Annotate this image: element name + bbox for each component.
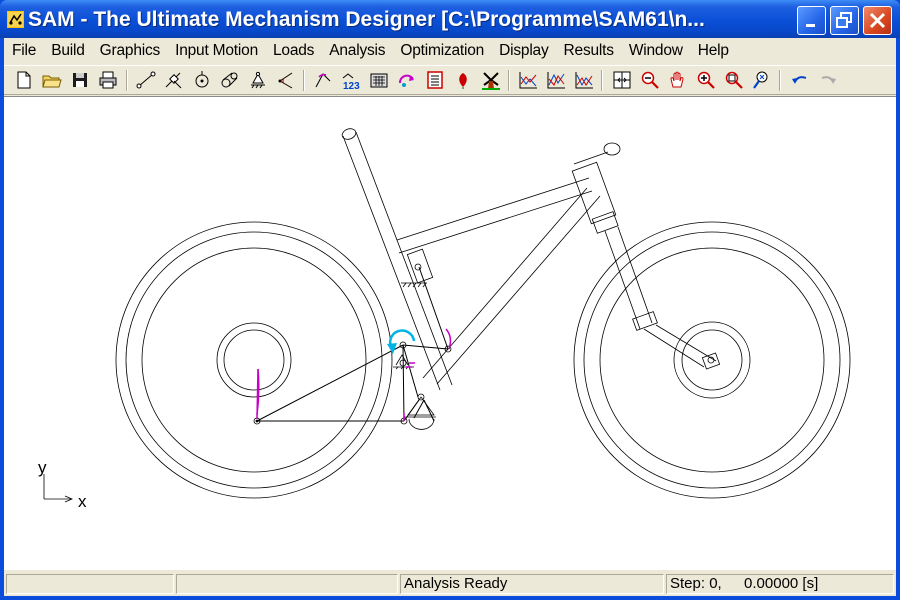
window-title: SAM - The Ultimate Mechanism Designer [C… [28,8,705,31]
client-area: File Build Graphics Input Motion Loads A… [4,38,896,596]
minimize-icon [806,24,815,27]
menu-graphics[interactable]: Graphics [92,38,167,64]
menu-input-motion[interactable]: Input Motion [167,38,265,64]
linkage [256,266,449,422]
gear-element-icon[interactable] [190,69,214,91]
title-bar[interactable]: SAM - The Ultimate Mechanism Designer [C… [0,0,900,38]
menu-build[interactable]: Build [43,38,91,64]
step-label: Step: 0, [670,575,722,592]
sam-app-icon[interactable] [7,11,24,28]
graph-2-icon[interactable] [544,69,568,91]
menu-loads[interactable]: Loads [265,38,321,64]
pan-icon[interactable] [666,69,690,91]
windmill-icon[interactable] [479,69,503,91]
graph-3-icon[interactable] [572,69,596,91]
head-tube-fork [571,142,721,370]
calculator-icon[interactable] [367,69,391,91]
zoom-in-icon[interactable] [694,69,718,91]
analysis-icon[interactable] [423,69,447,91]
maximize-button[interactable] [830,6,859,35]
optimization-icon[interactable] [451,69,475,91]
restore-icon [836,12,852,28]
status-pane-2 [176,574,398,594]
graph-icon[interactable] [516,69,540,91]
svg-text:123: 123 [343,81,360,91]
menu-bar: File Build Graphics Input Motion Loads A… [4,38,896,64]
menu-optimization[interactable]: Optimization [392,38,491,64]
status-bar: Analysis Ready Step: 0, 0.00000 [s] [4,571,896,596]
menu-results[interactable]: Results [556,38,621,64]
status-pane-1 [6,574,174,594]
load-icon[interactable] [395,69,419,91]
zoom-window-icon[interactable] [722,69,746,91]
new-file-icon[interactable] [12,69,36,91]
menu-file[interactable]: File [4,38,43,64]
mechanism-canvas[interactable]: y x [4,96,896,570]
menu-help[interactable]: Help [690,38,736,64]
upper-mount [401,248,434,288]
beam-element-icon[interactable] [134,69,158,91]
zoom-redraw-icon[interactable] [750,69,774,91]
toolbar: 123 [4,65,896,95]
open-folder-icon[interactable] [40,69,64,91]
redo-icon[interactable] [816,69,840,91]
seat-tube [341,128,453,391]
app-window: SAM - The Ultimate Mechanism Designer [C… [0,0,900,600]
close-icon [869,12,886,29]
slider-element-icon[interactable] [162,69,186,91]
angle-element-icon[interactable] [274,69,298,91]
axis-triad [43,474,74,503]
bike-mechanism-drawing: y x [38,128,851,511]
fixed-support-icon[interactable] [246,69,270,91]
input-rotation-arrow [387,329,416,354]
menu-window[interactable]: Window [621,38,690,64]
time-value: 0.00000 [s] [744,575,819,592]
input-motion-icon[interactable] [311,69,335,91]
status-message: Analysis Ready [400,574,664,594]
save-disk-icon[interactable] [68,69,92,91]
zoom-out-icon[interactable] [638,69,662,91]
status-step: Step: 0, 0.00000 [s] [666,574,894,594]
belt-element-icon[interactable] [218,69,242,91]
down-tube [422,187,601,385]
front-wheel [573,221,851,499]
minimize-button[interactable] [797,6,826,35]
axis-x-label: x [78,492,87,511]
rear-wheel [115,221,393,499]
menu-analysis[interactable]: Analysis [321,38,392,64]
menu-display[interactable]: Display [491,38,555,64]
print-icon[interactable] [96,69,120,91]
bottom-bracket [404,393,436,430]
close-button[interactable] [863,6,892,35]
fit-view-icon[interactable] [610,69,634,91]
undo-icon[interactable] [788,69,812,91]
numbering-icon[interactable]: 123 [339,69,363,91]
axis-y-label: y [38,458,47,477]
